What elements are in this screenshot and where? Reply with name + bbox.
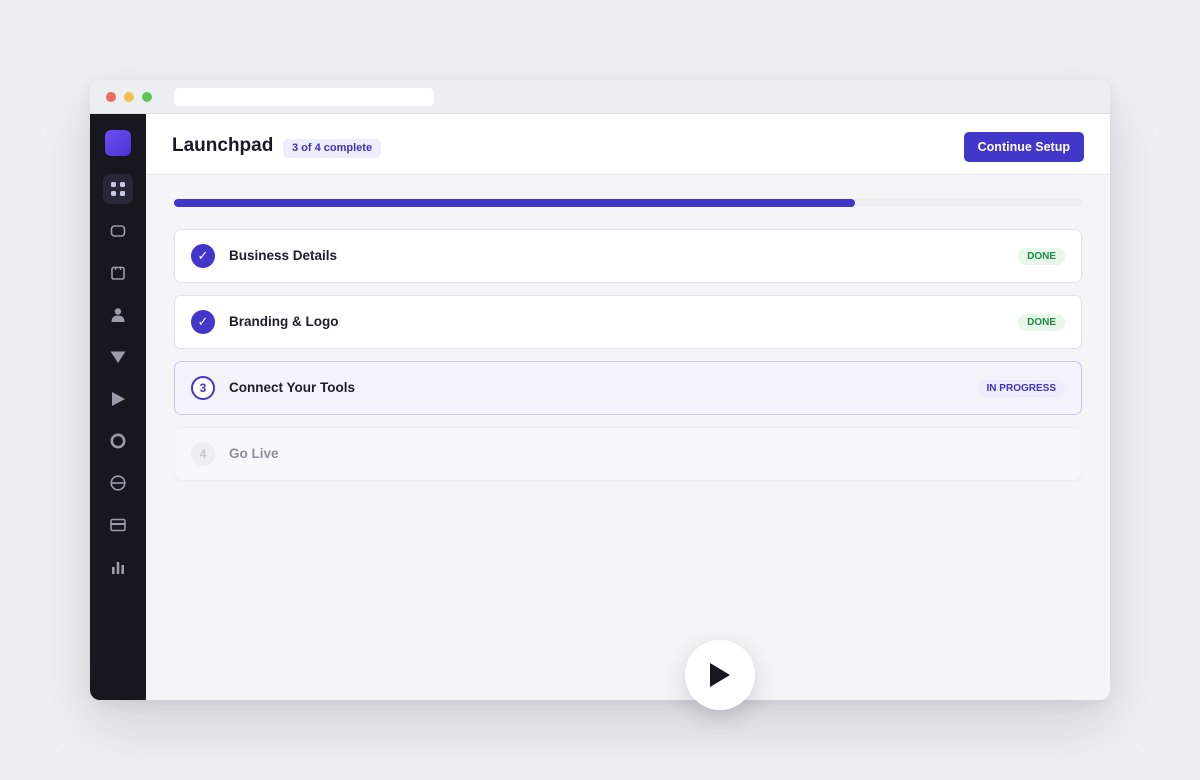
progress-bar bbox=[174, 199, 1082, 207]
bar-chart-icon[interactable] bbox=[103, 552, 133, 582]
status-badge: DONE bbox=[1018, 248, 1065, 265]
sidebar bbox=[90, 114, 146, 700]
grid-icon[interactable] bbox=[103, 174, 133, 204]
page-title: Launchpad bbox=[172, 135, 274, 156]
play-icon bbox=[710, 663, 730, 687]
close-window-button[interactable] bbox=[106, 92, 116, 102]
status-badge: IN PROGRESS bbox=[977, 380, 1065, 397]
step-connect-your-tools[interactable]: 3 Connect Your Tools IN PROGRESS bbox=[174, 361, 1082, 415]
play-video-button[interactable] bbox=[685, 640, 755, 710]
continue-setup-button[interactable]: Continue Setup bbox=[963, 132, 1084, 162]
chat-icon[interactable] bbox=[103, 216, 133, 246]
step-check-icon: ✓ bbox=[191, 244, 215, 268]
filter-icon[interactable] bbox=[103, 342, 133, 372]
step-title: Connect Your Tools bbox=[229, 380, 356, 395]
main-content: Launchpad 3 of 4 complete Continue Setup… bbox=[146, 114, 1110, 700]
step-title: Business Details bbox=[229, 248, 338, 263]
app-window: Launchpad 3 of 4 complete Continue Setup… bbox=[90, 80, 1110, 700]
minimize-window-button[interactable] bbox=[124, 92, 134, 102]
step-number: 3 bbox=[191, 376, 215, 400]
app-logo bbox=[105, 130, 131, 156]
address-bar[interactable] bbox=[174, 88, 434, 106]
step-branding-logo[interactable]: ✓ Branding & Logo DONE bbox=[174, 295, 1082, 349]
user-icon[interactable] bbox=[103, 300, 133, 330]
step-go-live[interactable]: 4 Go Live bbox=[174, 427, 1082, 481]
step-business-details[interactable]: ✓ Business Details DONE bbox=[174, 229, 1082, 283]
no-entry-icon[interactable] bbox=[103, 468, 133, 498]
calendar-icon[interactable] bbox=[103, 258, 133, 288]
play-icon[interactable] bbox=[103, 384, 133, 414]
step-title: Branding & Logo bbox=[229, 314, 339, 329]
circle-icon[interactable] bbox=[103, 426, 133, 456]
status-badge: DONE bbox=[1018, 314, 1065, 331]
title-bar bbox=[90, 80, 1110, 114]
card-icon[interactable] bbox=[103, 510, 133, 540]
maximize-window-button[interactable] bbox=[142, 92, 152, 102]
step-number: 4 bbox=[191, 442, 215, 466]
page-header: Launchpad 3 of 4 complete Continue Setup bbox=[146, 114, 1110, 175]
step-check-icon: ✓ bbox=[191, 310, 215, 334]
progress-bar-fill bbox=[174, 199, 855, 207]
step-title: Go Live bbox=[229, 446, 279, 461]
progress-count-badge: 3 of 4 complete bbox=[283, 139, 382, 158]
